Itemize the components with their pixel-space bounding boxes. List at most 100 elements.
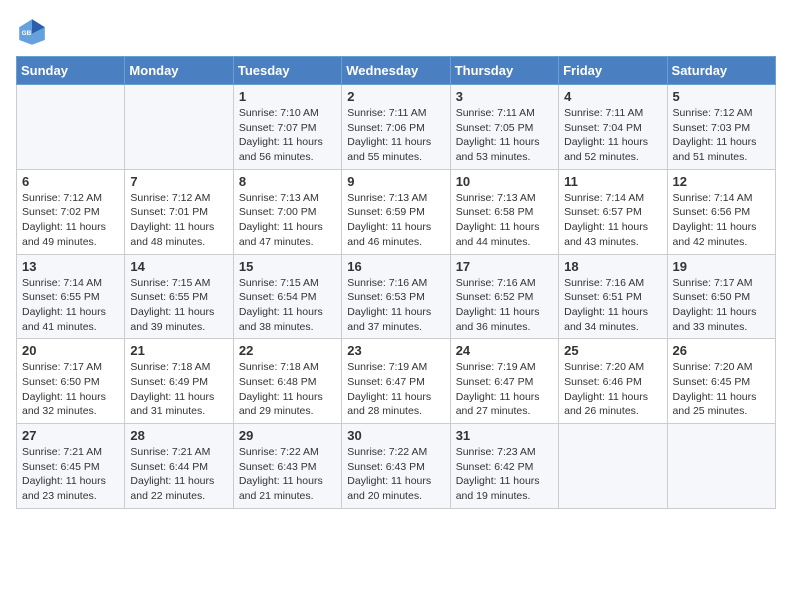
day-info: Sunrise: 7:14 AM Sunset: 6:57 PM Dayligh… xyxy=(564,191,661,250)
logo: GB xyxy=(16,16,52,48)
weekday-header-friday: Friday xyxy=(559,57,667,85)
day-number: 16 xyxy=(347,259,444,274)
calendar-cell: 16 Sunrise: 7:16 AM Sunset: 6:53 PM Dayli… xyxy=(342,254,450,339)
calendar-cell: 28 Sunrise: 7:21 AM Sunset: 6:44 PM Dayli… xyxy=(125,424,233,509)
day-info: Sunrise: 7:15 AM Sunset: 6:55 PM Dayligh… xyxy=(130,276,227,335)
calendar-cell: 21 Sunrise: 7:18 AM Sunset: 6:49 PM Dayli… xyxy=(125,339,233,424)
calendar-cell: 27 Sunrise: 7:21 AM Sunset: 6:45 PM Dayli… xyxy=(17,424,125,509)
day-info: Sunrise: 7:10 AM Sunset: 7:07 PM Dayligh… xyxy=(239,106,336,165)
day-info: Sunrise: 7:14 AM Sunset: 6:55 PM Dayligh… xyxy=(22,276,119,335)
day-number: 24 xyxy=(456,343,553,358)
calendar-cell: 11 Sunrise: 7:14 AM Sunset: 6:57 PM Dayli… xyxy=(559,169,667,254)
day-info: Sunrise: 7:21 AM Sunset: 6:44 PM Dayligh… xyxy=(130,445,227,504)
day-number: 4 xyxy=(564,89,661,104)
calendar-cell xyxy=(667,424,775,509)
calendar-cell: 31 Sunrise: 7:23 AM Sunset: 6:42 PM Dayli… xyxy=(450,424,558,509)
calendar-cell: 6 Sunrise: 7:12 AM Sunset: 7:02 PM Daylig… xyxy=(17,169,125,254)
day-number: 11 xyxy=(564,174,661,189)
calendar-cell: 3 Sunrise: 7:11 AM Sunset: 7:05 PM Daylig… xyxy=(450,85,558,170)
day-info: Sunrise: 7:21 AM Sunset: 6:45 PM Dayligh… xyxy=(22,445,119,504)
day-number: 6 xyxy=(22,174,119,189)
calendar-cell: 10 Sunrise: 7:13 AM Sunset: 6:58 PM Dayli… xyxy=(450,169,558,254)
calendar-cell: 30 Sunrise: 7:22 AM Sunset: 6:43 PM Dayli… xyxy=(342,424,450,509)
calendar-cell: 18Sunrise: 7:16 AM Sunset: 6:51 PM Dayli… xyxy=(559,254,667,339)
calendar-cell: 26Sunrise: 7:20 AM Sunset: 6:45 PM Dayli… xyxy=(667,339,775,424)
day-number: 20 xyxy=(22,343,119,358)
day-info: Sunrise: 7:13 AM Sunset: 6:58 PM Dayligh… xyxy=(456,191,553,250)
calendar-cell: 5Sunrise: 7:12 AM Sunset: 7:03 PM Daylig… xyxy=(667,85,775,170)
calendar-table: SundayMondayTuesdayWednesdayThursdayFrid… xyxy=(16,56,776,509)
day-number: 12 xyxy=(673,174,770,189)
day-number: 10 xyxy=(456,174,553,189)
calendar-cell: 15 Sunrise: 7:15 AM Sunset: 6:54 PM Dayli… xyxy=(233,254,341,339)
calendar-cell: 17 Sunrise: 7:16 AM Sunset: 6:52 PM Dayli… xyxy=(450,254,558,339)
day-info: Sunrise: 7:22 AM Sunset: 6:43 PM Dayligh… xyxy=(239,445,336,504)
day-number: 1 xyxy=(239,89,336,104)
calendar-week-row: 1 Sunrise: 7:10 AM Sunset: 7:07 PM Daylig… xyxy=(17,85,776,170)
calendar-cell: 13 Sunrise: 7:14 AM Sunset: 6:55 PM Dayli… xyxy=(17,254,125,339)
day-number: 22 xyxy=(239,343,336,358)
day-info: Sunrise: 7:16 AM Sunset: 6:52 PM Dayligh… xyxy=(456,276,553,335)
day-info: Sunrise: 7:23 AM Sunset: 6:42 PM Dayligh… xyxy=(456,445,553,504)
day-info: Sunrise: 7:13 AM Sunset: 6:59 PM Dayligh… xyxy=(347,191,444,250)
calendar-cell xyxy=(17,85,125,170)
calendar-cell: 22Sunrise: 7:18 AM Sunset: 6:48 PM Dayli… xyxy=(233,339,341,424)
calendar-cell: 12 Sunrise: 7:14 AM Sunset: 6:56 PM Dayli… xyxy=(667,169,775,254)
day-info: Sunrise: 7:16 AM Sunset: 6:53 PM Dayligh… xyxy=(347,276,444,335)
day-number: 21 xyxy=(130,343,227,358)
day-info: Sunrise: 7:19 AM Sunset: 6:47 PM Dayligh… xyxy=(456,360,553,419)
calendar-cell xyxy=(559,424,667,509)
day-number: 7 xyxy=(130,174,227,189)
calendar-cell: 24 Sunrise: 7:19 AM Sunset: 6:47 PM Dayli… xyxy=(450,339,558,424)
calendar-cell: 19 Sunrise: 7:17 AM Sunset: 6:50 PM Dayli… xyxy=(667,254,775,339)
day-info: Sunrise: 7:12 AM Sunset: 7:02 PM Dayligh… xyxy=(22,191,119,250)
day-number: 29 xyxy=(239,428,336,443)
day-info: Sunrise: 7:11 AM Sunset: 7:04 PM Dayligh… xyxy=(564,106,661,165)
calendar-week-row: 27 Sunrise: 7:21 AM Sunset: 6:45 PM Dayli… xyxy=(17,424,776,509)
weekday-header-tuesday: Tuesday xyxy=(233,57,341,85)
day-info: Sunrise: 7:17 AM Sunset: 6:50 PM Dayligh… xyxy=(673,276,770,335)
calendar-cell: 25Sunrise: 7:20 AM Sunset: 6:46 PM Dayli… xyxy=(559,339,667,424)
day-number: 19 xyxy=(673,259,770,274)
calendar-week-row: 6 Sunrise: 7:12 AM Sunset: 7:02 PM Daylig… xyxy=(17,169,776,254)
weekday-header-sunday: Sunday xyxy=(17,57,125,85)
svg-text:GB: GB xyxy=(22,30,32,37)
day-number: 28 xyxy=(130,428,227,443)
calendar-cell: 20 Sunrise: 7:17 AM Sunset: 6:50 PM Dayli… xyxy=(17,339,125,424)
day-info: Sunrise: 7:12 AM Sunset: 7:03 PM Dayligh… xyxy=(673,106,770,165)
weekday-header-saturday: Saturday xyxy=(667,57,775,85)
day-info: Sunrise: 7:11 AM Sunset: 7:06 PM Dayligh… xyxy=(347,106,444,165)
day-info: Sunrise: 7:19 AM Sunset: 6:47 PM Dayligh… xyxy=(347,360,444,419)
day-info: Sunrise: 7:20 AM Sunset: 6:46 PM Dayligh… xyxy=(564,360,661,419)
day-info: Sunrise: 7:22 AM Sunset: 6:43 PM Dayligh… xyxy=(347,445,444,504)
day-number: 23 xyxy=(347,343,444,358)
calendar-cell: 8 Sunrise: 7:13 AM Sunset: 7:00 PM Daylig… xyxy=(233,169,341,254)
weekday-header-thursday: Thursday xyxy=(450,57,558,85)
day-info: Sunrise: 7:13 AM Sunset: 7:00 PM Dayligh… xyxy=(239,191,336,250)
day-number: 3 xyxy=(456,89,553,104)
logo-icon: GB xyxy=(16,16,48,48)
day-info: Sunrise: 7:14 AM Sunset: 6:56 PM Dayligh… xyxy=(673,191,770,250)
day-number: 9 xyxy=(347,174,444,189)
calendar-cell: 29 Sunrise: 7:22 AM Sunset: 6:43 PM Dayli… xyxy=(233,424,341,509)
day-number: 8 xyxy=(239,174,336,189)
day-number: 18 xyxy=(564,259,661,274)
day-number: 30 xyxy=(347,428,444,443)
calendar-cell: 7 Sunrise: 7:12 AM Sunset: 7:01 PM Daylig… xyxy=(125,169,233,254)
calendar-week-row: 13 Sunrise: 7:14 AM Sunset: 6:55 PM Dayli… xyxy=(17,254,776,339)
day-info: Sunrise: 7:18 AM Sunset: 6:49 PM Dayligh… xyxy=(130,360,227,419)
weekday-header-row: SundayMondayTuesdayWednesdayThursdayFrid… xyxy=(17,57,776,85)
day-info: Sunrise: 7:11 AM Sunset: 7:05 PM Dayligh… xyxy=(456,106,553,165)
calendar-cell: 14Sunrise: 7:15 AM Sunset: 6:55 PM Dayli… xyxy=(125,254,233,339)
calendar-cell: 4 Sunrise: 7:11 AM Sunset: 7:04 PM Daylig… xyxy=(559,85,667,170)
calendar-cell xyxy=(125,85,233,170)
day-number: 17 xyxy=(456,259,553,274)
day-number: 13 xyxy=(22,259,119,274)
day-number: 15 xyxy=(239,259,336,274)
day-info: Sunrise: 7:12 AM Sunset: 7:01 PM Dayligh… xyxy=(130,191,227,250)
day-info: Sunrise: 7:17 AM Sunset: 6:50 PM Dayligh… xyxy=(22,360,119,419)
day-number: 31 xyxy=(456,428,553,443)
weekday-header-wednesday: Wednesday xyxy=(342,57,450,85)
day-number: 27 xyxy=(22,428,119,443)
day-info: Sunrise: 7:15 AM Sunset: 6:54 PM Dayligh… xyxy=(239,276,336,335)
